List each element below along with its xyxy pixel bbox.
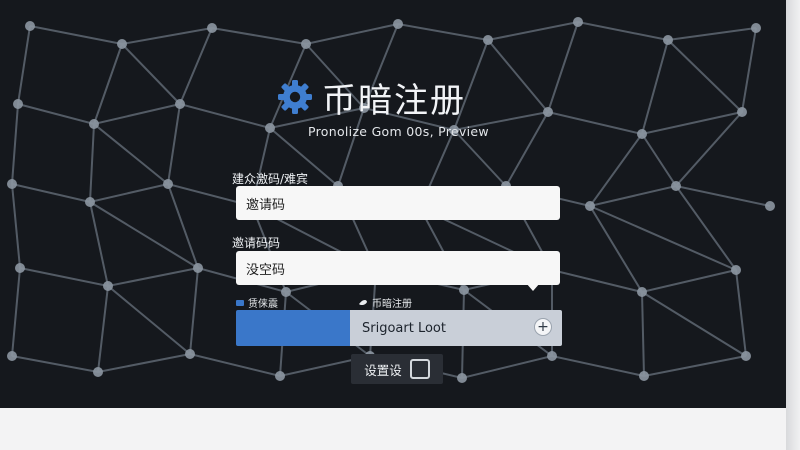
right-edge-strip — [786, 0, 800, 450]
left-option-label: 赁俫震 — [248, 299, 278, 310]
settings-button[interactable]: 设置设 — [351, 354, 443, 384]
rectangle-icon — [236, 299, 244, 306]
right-option-label: 币暗注册 — [372, 299, 412, 310]
left-option[interactable]: 赁俫震 — [236, 295, 278, 310]
gear-icon — [278, 80, 312, 114]
page-title: 币暗注册 — [322, 80, 466, 121]
checkbox-icon[interactable] — [409, 359, 430, 379]
action-button-label: Srigoart Loot — [362, 320, 446, 336]
verification-code-field[interactable]: 没空码 — [236, 251, 560, 285]
tooltip-tail — [526, 283, 540, 291]
invite-code-field[interactable]: 邀请码 — [236, 186, 560, 220]
action-bar[interactable]: Srigoart Loot + — [236, 310, 562, 346]
right-option[interactable]: 币暗注册 — [358, 295, 412, 310]
action-button[interactable]: Srigoart Loot + — [350, 310, 562, 346]
settings-button-label: 设置设 — [364, 362, 402, 378]
field2-label: 邀请码码 — [232, 236, 281, 250]
page-subtitle: Pronolize Gom 00s, Preview — [308, 124, 489, 139]
plus-icon[interactable]: + — [534, 318, 552, 336]
field1-label: 建众激码/难宾 — [232, 172, 309, 186]
invite-code-value: 邀请码 — [246, 197, 286, 213]
verification-code-value: 没空码 — [246, 262, 286, 278]
brand-header: 币暗注册 — [276, 74, 466, 121]
accent-block — [236, 310, 350, 346]
bird-icon — [359, 299, 367, 305]
hero-background: 币暗注册 Pronolize Gom 00s, Preview 建众激码/难宾 … — [0, 0, 786, 408]
